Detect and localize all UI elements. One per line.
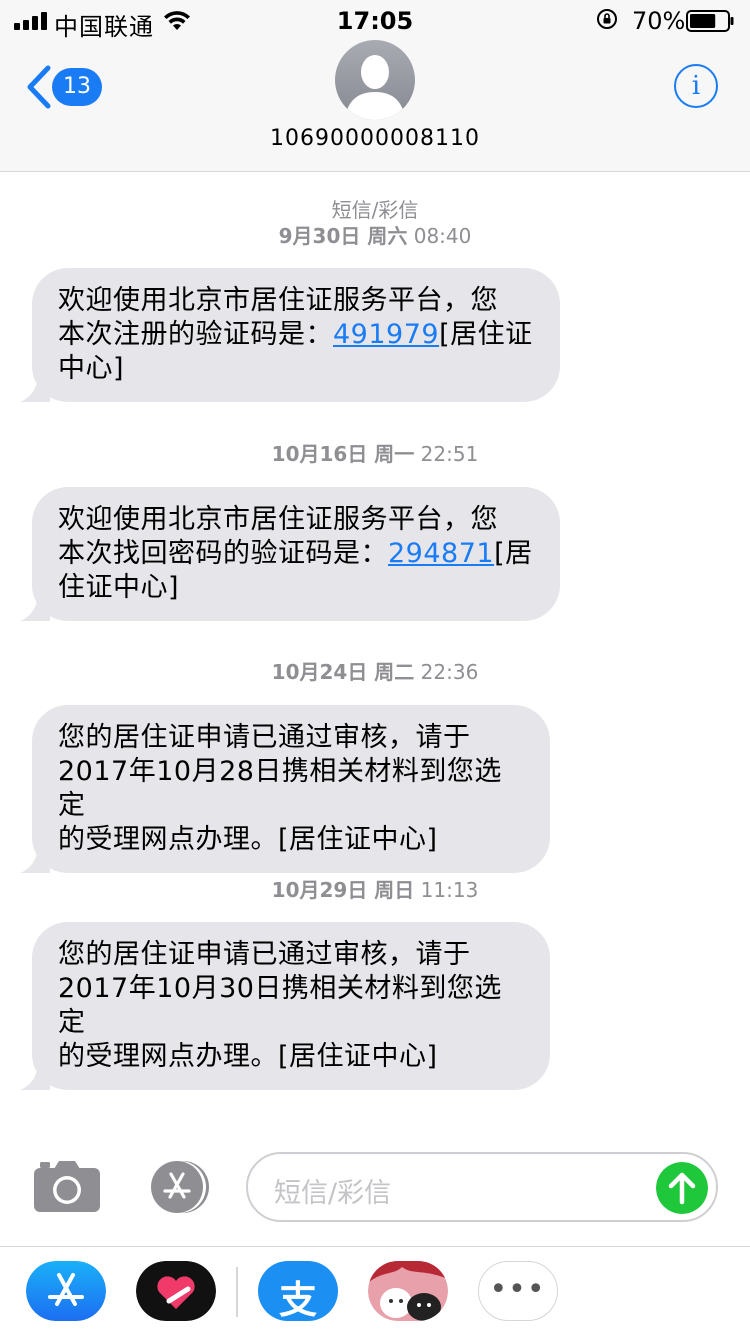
timestamp: 9月30日 周六 08:40 <box>0 223 750 249</box>
message-bubble[interactable]: 您的居住证申请已通过审核，请于 2017年10月30日携相关材料到您选定 的受理… <box>20 922 550 1090</box>
contact-number[interactable]: 10690000008110 <box>0 126 750 151</box>
message-line: 的受理网点办理。[居住证中心] <box>58 1041 438 1072</box>
message-text: 本次找回密码的验证码是： <box>58 538 388 569</box>
timestamp-time: 11:13 <box>420 878 479 902</box>
timestamp-time: 22:51 <box>420 442 479 466</box>
message-line: 2017年10月28日携相关材料到您选定 <box>58 756 502 821</box>
back-chevron-icon[interactable] <box>24 64 54 110</box>
message-line: 您的居住证申请已通过审核，请于 <box>58 722 471 753</box>
send-arrow-icon[interactable] <box>656 1162 708 1214</box>
message-line: 本次找回密码的验证码是：294871[居 <box>58 537 536 571</box>
message-line: 本次注册的验证码是：491979[居住证 <box>58 318 536 352</box>
timestamp-time: 08:40 <box>413 224 472 248</box>
message-line: 您的居住证申请已通过审核，请于 <box>58 939 471 970</box>
timestamp-date: 10月16日 周一 <box>271 442 415 466</box>
timestamp: 10月24日 周二 22:36 <box>0 659 750 685</box>
timestamp-date: 10月24日 周二 <box>271 660 415 684</box>
status-bar: 中国联通 17:05 70% <box>0 0 750 41</box>
message-text: [居 <box>494 538 533 569</box>
message-line: 中心] <box>58 353 125 384</box>
more-glyph: ••• <box>489 1272 546 1307</box>
message-line: 欢迎使用北京市居住证服务平台，您 <box>58 285 498 316</box>
bubble-tail <box>20 378 50 402</box>
app-store-icon[interactable] <box>26 1261 106 1321</box>
imessage-app-strip: 支 ••• <box>0 1246 750 1334</box>
unread-count-badge[interactable]: 13 <box>52 68 102 106</box>
contact-avatar[interactable] <box>335 40 415 120</box>
verification-code-link[interactable]: 294871 <box>388 538 494 569</box>
timestamp-date: 10月29日 周日 <box>271 878 415 902</box>
conversation-header: 13 10690000008110 i <box>0 40 750 172</box>
app-strip-divider <box>236 1267 238 1317</box>
alipay-icon[interactable]: 支 <box>258 1261 338 1321</box>
message-line: 的受理网点办理。[居住证中心] <box>58 824 438 855</box>
message-line: 2017年10月30日携相关材料到您选定 <box>58 973 502 1038</box>
message-text: [居住证 <box>439 319 533 350</box>
bubble-tail <box>20 1066 50 1090</box>
message-input-placeholder: 短信/彩信 <box>274 1178 392 1209</box>
info-button[interactable]: i <box>674 64 718 108</box>
message-line: 欢迎使用北京市居住证服务平台，您 <box>58 504 498 535</box>
app-store-button-icon[interactable] <box>140 1160 212 1214</box>
conversation-type-label: 短信/彩信 <box>331 198 419 222</box>
message-bubble[interactable]: 欢迎使用北京市居住证服务平台，您 本次注册的验证码是：491979[居住证 中心… <box>20 268 560 402</box>
timestamp-date: 9月30日 周六 <box>278 224 408 248</box>
timestamp: 10月29日 周日 11:13 <box>0 877 750 903</box>
message-line: 住证中心] <box>58 572 180 603</box>
camera-icon[interactable] <box>34 1160 100 1212</box>
person-silhouette-icon <box>345 55 405 120</box>
message-bubble[interactable]: 您的居住证申请已通过审核，请于 2017年10月28日携相关材料到您选定 的受理… <box>20 705 550 873</box>
message-input[interactable]: 短信/彩信 <box>246 1152 718 1222</box>
battery-percent: 70% <box>632 7 686 35</box>
more-apps-icon[interactable]: ••• <box>478 1261 558 1321</box>
bubble-tail <box>20 597 50 621</box>
timestamp: 10月16日 周一 22:51 <box>0 441 750 467</box>
alipay-glyph: 支 <box>278 1278 317 1321</box>
digital-touch-icon[interactable] <box>136 1261 216 1321</box>
message-bubble[interactable]: 欢迎使用北京市居住证服务平台，您 本次找回密码的验证码是：294871[居 住证… <box>20 487 560 621</box>
sticker-app-icon[interactable] <box>368 1261 448 1321</box>
timestamp-time: 22:36 <box>420 660 479 684</box>
battery-icon <box>686 10 734 32</box>
verification-code-link[interactable]: 491979 <box>333 319 439 350</box>
rotation-lock-icon <box>597 9 617 29</box>
bubble-tail <box>20 849 50 873</box>
info-icon: i <box>691 71 701 101</box>
message-text: 本次注册的验证码是： <box>58 319 333 350</box>
